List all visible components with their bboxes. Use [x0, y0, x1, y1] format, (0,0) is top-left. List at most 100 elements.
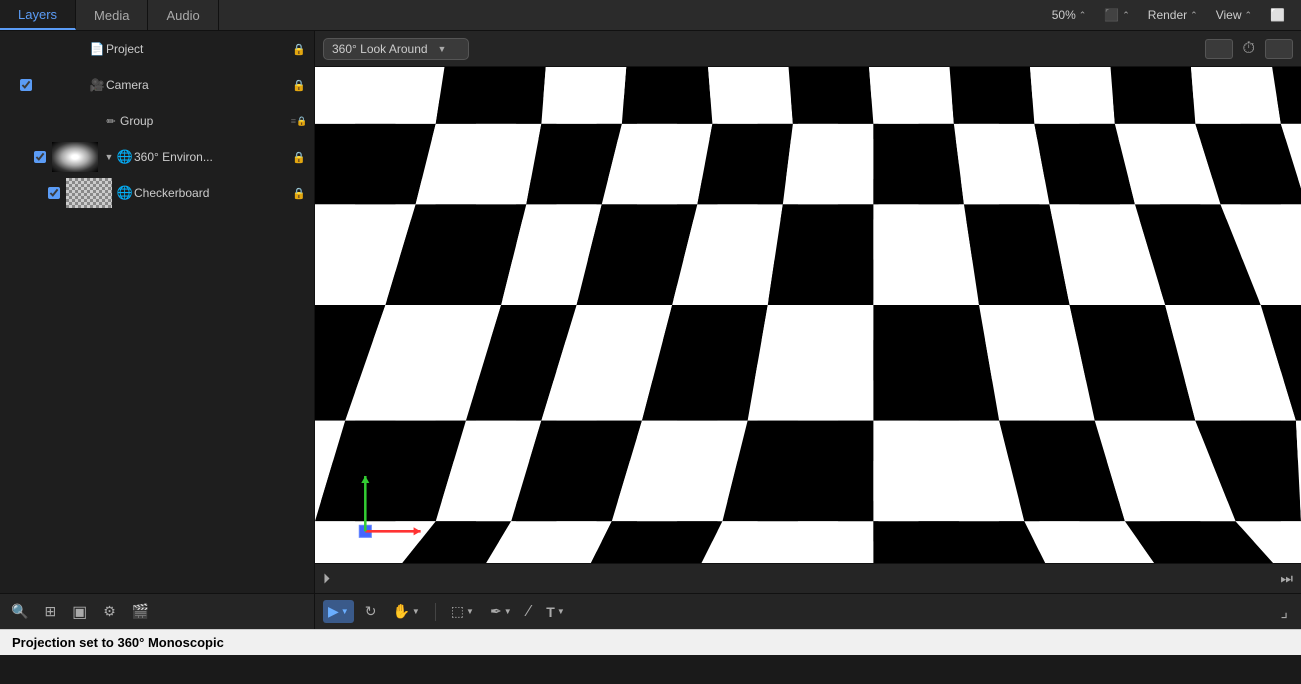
left-bottom-bar: 🔍 ⊞ ▣ ⚙ 🎬	[0, 593, 314, 629]
layer-lock-camera[interactable]: 🔒	[290, 79, 308, 92]
layer-name-env360: 360° Environ...	[134, 150, 290, 164]
top-bar-right: 50% ⌃ ⬛ ⌃ Render ⌃ View ⌃ ⬜	[1044, 5, 1301, 25]
settings-button[interactable]: ⚙	[100, 600, 119, 623]
layer-checkbox-env360[interactable]	[28, 151, 52, 163]
top-bar: Layers Media Audio 50% ⌃ ⬛ ⌃ Render ⌃ Vi…	[0, 0, 1301, 31]
status-bar: Projection set to 360° Monoscopic	[0, 629, 1301, 655]
render-chevron: ⌃	[1190, 10, 1198, 21]
select-tool-group: ▶ ▼	[323, 600, 354, 623]
layer-triangle-env360[interactable]: ▼	[102, 152, 116, 162]
window-btn[interactable]: ⬜	[1262, 5, 1293, 25]
layer-icon-camera: 🎥	[88, 78, 106, 92]
tab-media[interactable]: Media	[76, 0, 148, 30]
search-button[interactable]: 🔍	[8, 600, 31, 623]
color-chevron: ⌃	[1122, 10, 1130, 21]
layer-name-camera: Camera	[106, 78, 290, 92]
text-tool-btn[interactable]: T ▼	[541, 601, 569, 623]
layer-icon-checkerboard: 🌐	[116, 185, 134, 201]
text-tool-group: T ▼	[541, 601, 569, 623]
layer-thumb-checkerboard	[66, 178, 112, 208]
layer-checkbox-checkerboard[interactable]	[42, 187, 66, 199]
select-tool-btn[interactable]: ▶ ▼	[323, 600, 354, 623]
layer-lock-project[interactable]: 🔒	[290, 43, 308, 56]
zoom-control[interactable]: 50% ⌃	[1044, 5, 1095, 25]
paint-tool-group: ✒ ▼	[485, 600, 517, 623]
checkerboard-display	[315, 67, 1301, 563]
layer-icon-env360: 🌐	[116, 149, 134, 165]
frame-tool-group: ⬚ ▼	[446, 600, 479, 623]
view-btn[interactable]: View ⌃	[1208, 5, 1260, 25]
layer-thumb-camera	[38, 70, 84, 100]
select-chevron: ▼	[341, 607, 349, 616]
canvas-timer-btn[interactable]: ⏱	[1239, 38, 1259, 60]
layer-item-camera[interactable]: 🎥 Camera 🔒	[0, 67, 314, 103]
hand-tool-btn[interactable]: ↻	[360, 600, 382, 623]
frame-tool-btn[interactable]: ⬚ ▼	[446, 600, 479, 623]
tab-group: Layers Media Audio	[0, 0, 219, 30]
text-icon: T	[546, 604, 555, 620]
bottom-tool-right: ⌟	[1276, 599, 1294, 625]
pan-chevron: ▼	[412, 607, 420, 616]
render-btn[interactable]: Render ⌃	[1140, 5, 1206, 25]
pan-tool-btn[interactable]: ✋ ▼	[387, 600, 424, 623]
timeline-end-button[interactable]: ⏭	[1280, 570, 1293, 587]
layer-item-env360[interactable]: ▼ 🌐 360° Environ... 🔒	[0, 139, 314, 175]
color-icon: ⬛	[1104, 8, 1119, 22]
brush-stroke-icon: ∕	[528, 603, 531, 621]
layer-icon-project: 📄	[88, 42, 106, 56]
canvas-top-bar: 360° Look Around ▼ ⏱	[315, 31, 1301, 67]
view-label: View	[1216, 8, 1242, 22]
hand-icon: ✋	[392, 603, 409, 620]
layer-item-checkerboard[interactable]: 🌐 Checkerboard 🔒	[0, 175, 314, 211]
canvas-top-right: ⏱	[1205, 38, 1293, 60]
frame-icon: ⬚	[451, 603, 464, 620]
clip-button[interactable]: 🎬	[129, 600, 152, 623]
status-text: Projection set to 360° Monoscopic	[12, 635, 224, 650]
view-dropdown[interactable]: 360° Look Around ▼	[323, 38, 469, 60]
pen-icon: ✒	[490, 603, 502, 620]
layers-list: 📄 Project 🔒 🎥 Camera 🔒 ✏ Group ≡	[0, 31, 314, 593]
corner-icon: ⌟	[1281, 602, 1289, 622]
paint-tool-btn[interactable]: ✒ ▼	[485, 600, 517, 623]
main-layout: 📄 Project 🔒 🎥 Camera 🔒 ✏ Group ≡	[0, 31, 1301, 629]
text-chevron: ▼	[557, 607, 565, 616]
canvas-timeline-bar: ⏵ ⏭	[315, 563, 1301, 593]
layer-item-project[interactable]: 📄 Project 🔒	[0, 31, 314, 67]
color-btn[interactable]: ⬛ ⌃	[1096, 5, 1138, 25]
canvas-toggle-btn-1[interactable]	[1205, 39, 1233, 59]
layer-checkbox-camera[interactable]	[14, 79, 38, 91]
view-dropdown-chevron: ▼	[438, 44, 447, 54]
pan-tool-group: ✋ ▼	[387, 600, 424, 623]
layer-item-group[interactable]: ✏ Group ≡🔒	[0, 103, 314, 139]
bottom-toolbar: ▶ ▼ ↻ ✋ ▼ ⬚ ▼	[315, 593, 1301, 629]
layer-thumb-project	[38, 34, 84, 64]
left-panel: 📄 Project 🔒 🎥 Camera 🔒 ✏ Group ≡	[0, 31, 315, 629]
tab-layers[interactable]: Layers	[0, 0, 76, 30]
layer-name-group: Group	[120, 114, 290, 128]
corner-tool-btn[interactable]: ⌟	[1276, 599, 1294, 625]
view-chevron: ⌃	[1245, 10, 1253, 21]
frame-chevron: ▼	[466, 607, 474, 616]
layer-lock-group[interactable]: ≡🔒	[290, 116, 308, 127]
tab-audio[interactable]: Audio	[148, 0, 218, 30]
canvas-viewport[interactable]	[315, 67, 1301, 563]
camera-checkbox-input[interactable]	[20, 79, 32, 91]
view-dropdown-label: 360° Look Around	[332, 42, 428, 56]
orbit-icon: ↻	[365, 603, 377, 620]
layer-lock-checkerboard[interactable]: 🔒	[290, 187, 308, 200]
layer-lock-env360[interactable]: 🔒	[290, 151, 308, 164]
group-button[interactable]: ▣	[69, 599, 90, 625]
brush-tool-btn[interactable]: ∕	[523, 600, 536, 624]
window-icon: ⬜	[1270, 8, 1285, 22]
canvas-extra-btn[interactable]	[1265, 39, 1293, 59]
env360-checkbox-input[interactable]	[34, 151, 46, 163]
timeline-play-button[interactable]: ⏵	[323, 570, 330, 587]
layer-thumb-group	[52, 106, 98, 136]
grid-view-button[interactable]: ⊞	[41, 600, 59, 623]
checkerboard-checkbox-input[interactable]	[48, 187, 60, 199]
layer-name-project: Project	[106, 42, 290, 56]
zoom-chevron: ⌃	[1079, 10, 1087, 21]
render-label: Render	[1148, 8, 1187, 22]
tool-separator-1	[435, 603, 436, 621]
canvas-area: 360° Look Around ▼ ⏱	[315, 31, 1301, 629]
